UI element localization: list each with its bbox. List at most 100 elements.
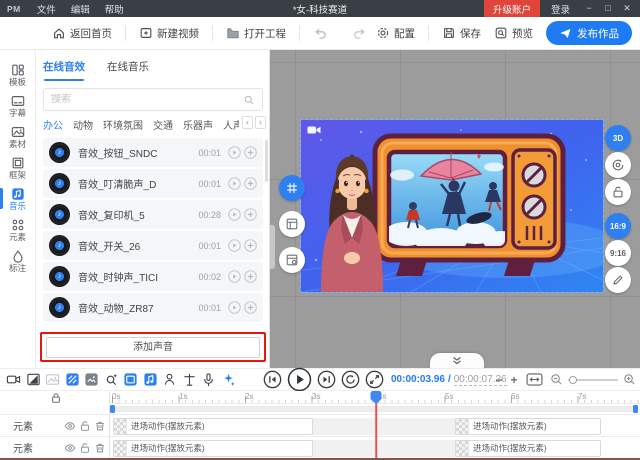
undo-button[interactable]	[313, 26, 328, 41]
voice-stand-icon[interactable]	[182, 372, 197, 387]
add-sound-to-track-button[interactable]	[244, 177, 257, 190]
sound-effect-row[interactable]: ♪ 音效_开关_26 00:01	[43, 231, 263, 260]
chevron-left-icon[interactable]: ‹	[242, 116, 253, 129]
sound-effect-row[interactable]: ♪ 音效_按钮_SNDC 00:01	[43, 138, 263, 167]
panel-collapse-handle[interactable]	[270, 225, 275, 269]
minimize-icon[interactable]: −	[584, 3, 594, 14]
menu-item[interactable]: 编辑	[71, 2, 90, 16]
upgrade-account-button[interactable]: 升级账户	[484, 0, 540, 17]
skip-to-end-button[interactable]	[317, 370, 336, 389]
unlock-icon[interactable]	[79, 420, 91, 432]
play-sound-button[interactable]	[228, 146, 241, 159]
magic-search-icon[interactable]	[104, 372, 119, 387]
redo-button[interactable]	[352, 26, 367, 41]
timeline-scrollbar[interactable]	[110, 406, 638, 412]
microphone-icon[interactable]	[201, 372, 216, 387]
visibility-icon[interactable]	[64, 420, 76, 432]
category-tab[interactable]: 乐器声	[183, 117, 213, 132]
open-project-button[interactable]: 打开工程	[226, 26, 286, 41]
decrease-duration-button[interactable]: −	[494, 373, 504, 387]
rotate-view-button[interactable]	[605, 152, 631, 178]
scene-blue-icon[interactable]	[65, 372, 80, 387]
play-sound-button[interactable]	[228, 270, 241, 283]
play-button[interactable]	[287, 367, 312, 392]
sound-effect-row[interactable]: ♪ 音效_复印机_5 00:28	[43, 200, 263, 229]
login-button[interactable]: 登录	[551, 2, 570, 16]
sidebar-item[interactable]: 素材	[0, 121, 35, 152]
preview-button[interactable]: 预览	[494, 26, 533, 41]
transition-icon[interactable]	[26, 372, 41, 387]
play-sound-button[interactable]	[228, 301, 241, 314]
save-button[interactable]: 保存	[442, 26, 481, 41]
chevron-right-icon[interactable]: ›	[255, 116, 266, 129]
fullscreen-button[interactable]	[365, 370, 384, 389]
timeline-clip[interactable]: 进场动作(摆放元素)	[455, 440, 601, 457]
sidebar-item[interactable]: 字幕	[0, 90, 35, 121]
search-input[interactable]	[51, 94, 243, 105]
category-tab[interactable]: 办公	[43, 117, 63, 132]
panel-scrollbar[interactable]	[265, 140, 268, 182]
config-button[interactable]: 配置	[376, 26, 415, 41]
delete-icon[interactable]	[94, 420, 106, 432]
menu-item[interactable]: 文件	[37, 2, 56, 16]
timeline-clip[interactable]: 进场动作(摆放元素)	[455, 418, 601, 435]
lock-canvas-button[interactable]	[605, 179, 631, 205]
close-icon[interactable]: ✕	[622, 3, 632, 14]
stage[interactable]	[301, 120, 603, 292]
visibility-icon[interactable]	[64, 442, 76, 454]
play-sound-button[interactable]	[228, 177, 241, 190]
unlock-icon[interactable]	[79, 442, 91, 454]
menu-item[interactable]: 帮助	[105, 2, 124, 16]
sound-effect-row[interactable]: ♪ 音效_时钟声_TICI 00:02	[43, 262, 263, 291]
skip-to-start-button[interactable]	[263, 370, 282, 389]
delete-icon[interactable]	[94, 442, 106, 454]
timeline-clip[interactable]: 进场动作(摆放元素)	[113, 440, 313, 457]
add-sound-to-track-button[interactable]	[244, 146, 257, 159]
layout-panel-button[interactable]	[279, 211, 305, 237]
sound-effect-row[interactable]: ♪ 音效_动物_ZR87 00:01	[43, 293, 263, 322]
sidebar-item[interactable]: 标注	[0, 245, 35, 276]
sidebar-item[interactable]: 元素	[0, 214, 35, 245]
add-sound-to-track-button[interactable]	[244, 239, 257, 252]
new-video-button[interactable]: 新建视频	[139, 26, 199, 41]
scroll-handle-right[interactable]	[633, 405, 638, 413]
zoom-in-icon[interactable]	[623, 373, 636, 386]
layout-settings-button[interactable]	[279, 247, 305, 273]
add-sound-to-track-button[interactable]	[244, 301, 257, 314]
ratio-9-16-button[interactable]: 9:16	[605, 240, 631, 266]
video-camera-icon[interactable]	[6, 372, 21, 387]
publish-button[interactable]: 发布作品	[546, 21, 632, 45]
panel-tab[interactable]: 在线音乐	[107, 59, 149, 81]
timeline-clip[interactable]: 进场动作(摆放元素)	[113, 418, 313, 435]
effects-blue-icon[interactable]	[221, 372, 236, 387]
ratio-16-9-button[interactable]: 16:9	[605, 213, 631, 239]
image-pale-icon[interactable]	[45, 372, 60, 387]
add-sound-to-track-button[interactable]	[244, 270, 257, 283]
sound-effect-row[interactable]: ♪ 音效_叮清脆声_D 00:01	[43, 169, 263, 198]
fit-timeline-icon[interactable]	[526, 373, 543, 386]
category-tab[interactable]: 交通	[153, 117, 173, 132]
zoom-out-icon[interactable]	[550, 373, 563, 386]
loop-button[interactable]	[341, 370, 360, 389]
category-tab[interactable]: 动物	[73, 117, 93, 132]
character-icon[interactable]	[162, 372, 177, 387]
view-3d-button[interactable]: 3D	[605, 125, 631, 151]
sidebar-item[interactable]: 框架	[0, 152, 35, 183]
lock-all-icon[interactable]	[50, 392, 62, 404]
grid-toggle-button[interactable]	[279, 175, 305, 201]
increase-duration-button[interactable]: +	[509, 373, 519, 387]
sidebar-item[interactable]: 模板	[0, 59, 35, 90]
subtitle-blue-icon[interactable]	[123, 372, 138, 387]
timeline-zoom-slider[interactable]	[568, 373, 618, 387]
slider-knob[interactable]	[569, 376, 577, 384]
play-sound-button[interactable]	[228, 208, 241, 221]
maximize-icon[interactable]: □	[603, 3, 613, 14]
play-sound-button[interactable]	[228, 239, 241, 252]
scroll-handle-left[interactable]	[110, 405, 115, 413]
back-home-button[interactable]: 返回首页	[52, 26, 112, 41]
music-blue-icon[interactable]	[143, 372, 158, 387]
panel-tab[interactable]: 在线音效	[43, 59, 85, 81]
timeline-collapse-tab[interactable]	[430, 353, 484, 368]
sidebar-item[interactable]: 音乐	[0, 183, 35, 214]
background-dark-icon[interactable]	[84, 372, 99, 387]
